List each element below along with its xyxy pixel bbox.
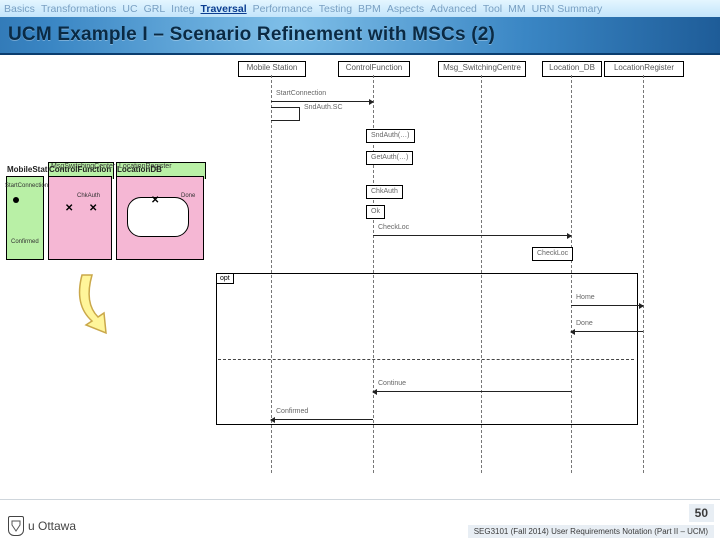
comp-label: LocationDB (117, 165, 162, 174)
nav-tab-urn-summary[interactable]: URN Summary (532, 3, 603, 15)
opt-fragment-tag: opt (216, 273, 234, 284)
message-home: Home (571, 297, 643, 307)
page-number: 50 (689, 504, 714, 522)
page-title: UCM Example I – Scenario Refinement with… (8, 24, 495, 46)
fragment-sndauth-: SndAuth(…) (366, 129, 415, 143)
msg-label: Home (575, 294, 596, 301)
lifeline-location-db: Location_DB (542, 61, 602, 77)
ucm-start-node (13, 197, 19, 203)
nav-tab-tool[interactable]: Tool (483, 3, 502, 15)
fragment-getauth-: GetAuth(…) (366, 151, 413, 165)
nav-tab-mm[interactable]: MM (508, 3, 526, 15)
self-message-sndauth.sc: SndAuth.SC (271, 107, 299, 117)
nav-tab-advanced[interactable]: Advanced (430, 3, 477, 15)
message-startconnection: StartConnection (271, 93, 373, 103)
content-area: MobileStation StartConnection Confirmed … (0, 55, 720, 515)
msg-label: Continue (377, 380, 407, 387)
lifeline-mobile-station: Mobile Station (238, 61, 306, 77)
message-checkloc: CheckLoc (373, 227, 571, 237)
shield-icon (8, 516, 24, 536)
ucm-node-label: Done (181, 193, 195, 199)
msg-label: StartConnection (275, 90, 327, 97)
transform-arrow-icon (72, 271, 132, 341)
comp-control-function: ControlFunction ✕ ✕ ChkAuth (48, 176, 112, 260)
fragment-chkauth: ChkAuth (366, 185, 403, 199)
msg-label: CheckLoc (377, 224, 410, 231)
msg-label: Confirmed (275, 408, 309, 415)
ucm-node-label: StartConnection (5, 183, 48, 189)
msc-diagram: Mobile Station ControlFunction Msg_Switchi… (216, 59, 636, 493)
university-logo: u Ottawa (8, 516, 76, 536)
lifeline-msg-switchingcentre: Msg_SwitchingCentre (438, 61, 526, 77)
stub-icon: ✕ (151, 197, 159, 205)
stub-icon: ✕ (65, 205, 73, 213)
nav-tab-grl[interactable]: GRL (144, 3, 166, 15)
title-banner: UCM Example I – Scenario Refinement with… (0, 17, 720, 55)
fragment-ok: Ok (366, 205, 385, 219)
message-continue: Continue (373, 383, 571, 393)
msg-label: Done (575, 320, 594, 327)
nav-tabs: Basics Transformations UC GRL Integ Traversal… (0, 0, 720, 17)
nav-tab-aspects[interactable]: Aspects (387, 3, 424, 15)
nav-tab-integ[interactable]: Integ (171, 3, 194, 15)
comp-location-db: LocationDB ✕ Done (116, 176, 204, 260)
nav-tab-traversal[interactable]: Traversal (201, 3, 247, 15)
stub-icon: ✕ (89, 205, 97, 213)
ucm-node-label: ChkAuth (77, 193, 100, 199)
footer: u Ottawa 50 SEG3101 (Fall 2014) User Req… (0, 499, 720, 540)
nav-tab-transformations[interactable]: Transformations (41, 3, 116, 15)
nav-tab-basics[interactable]: Basics (4, 3, 35, 15)
nav-tab-performance[interactable]: Performance (253, 3, 313, 15)
opt-divider (218, 359, 634, 360)
fragment-checkloc: CheckLoc (532, 247, 573, 261)
lifeline-locationregister: LocationRegister (604, 61, 684, 77)
message-done: Done (571, 323, 643, 333)
lifeline-line (643, 75, 644, 473)
ucm-node-label: Confirmed (11, 239, 39, 245)
message-confirmed: Confirmed (271, 411, 373, 421)
comp-mobile-station: MobileStation StartConnection Confirmed (6, 176, 44, 260)
nav-tab-bpm[interactable]: BPM (358, 3, 381, 15)
nav-tab-testing[interactable]: Testing (319, 3, 352, 15)
nav-tab-uc[interactable]: UC (122, 3, 137, 15)
comp-label: ControlFunction (49, 165, 111, 174)
logo-text: u Ottawa (28, 519, 76, 533)
course-footer: SEG3101 (Fall 2014) User Requirements No… (468, 525, 714, 538)
lifeline-controlfunction: ControlFunction (338, 61, 410, 77)
